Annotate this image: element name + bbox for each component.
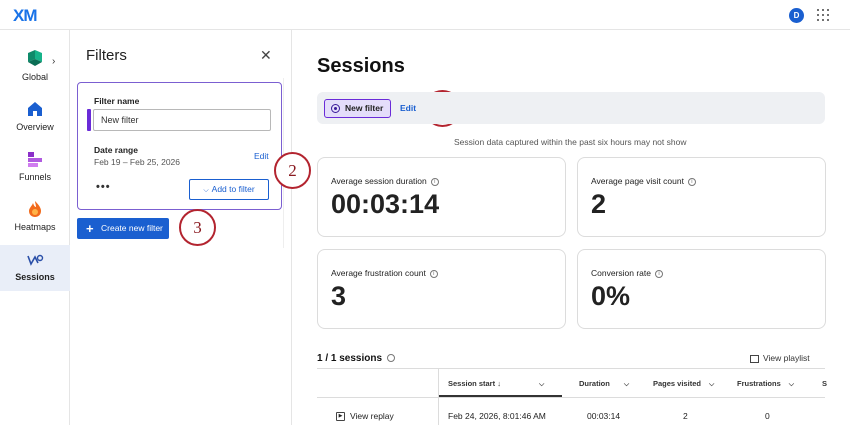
filters-title: Filters xyxy=(86,47,127,64)
funnel-bars-icon xyxy=(28,152,42,167)
nav-item-funnels[interactable]: Funnels xyxy=(0,150,70,190)
user-avatar[interactable]: D xyxy=(789,8,804,23)
metric-label: Conversion rate xyxy=(591,268,652,278)
chevron-down-icon[interactable]: ⌵ xyxy=(624,381,629,388)
chevron-right-icon[interactable]: › xyxy=(52,56,55,67)
metric-value: 2 xyxy=(591,189,607,219)
table-header-border xyxy=(317,397,825,398)
page-title: Sessions xyxy=(317,55,405,77)
column-header-frustrations[interactable]: Frustrations ⌵ xyxy=(737,379,794,389)
metric-title: Conversion rate i xyxy=(591,268,664,278)
xm-logo[interactable]: XM xyxy=(13,6,37,26)
table-top-border xyxy=(317,368,825,369)
column-label: Frustrations xyxy=(737,379,781,388)
cell-session-start: Feb 24, 2026, 8:01:46 AM xyxy=(448,411,546,421)
column-label: Session start xyxy=(448,379,496,388)
cell-duration: 00:03:14 xyxy=(587,411,621,421)
data-notice: Session data captured within the past si… xyxy=(454,137,687,147)
column-header-s[interactable]: S xyxy=(822,379,827,388)
nav-item-overview[interactable]: Overview xyxy=(0,100,70,140)
add-to-filter-label: Add to filter xyxy=(211,184,255,194)
main-content: Sessions New filter Edit Session data ca… xyxy=(293,30,850,425)
global-cube-icon xyxy=(28,50,42,66)
active-filter-chip[interactable]: New filter xyxy=(324,99,391,118)
nav-item-sessions[interactable]: Sessions xyxy=(0,245,70,291)
metric-value: 3 xyxy=(331,281,347,311)
filter-name-label: Filter name xyxy=(94,96,140,106)
sort-desc-icon: ↓ xyxy=(497,379,501,388)
home-icon xyxy=(28,102,42,116)
cell-pages-visited: 2 xyxy=(683,411,688,421)
column-label: Duration xyxy=(579,379,610,388)
chip-label: New filter xyxy=(345,103,384,113)
view-replay-label: View replay xyxy=(350,411,394,421)
filter-color-bar xyxy=(87,109,91,131)
create-new-filter-button[interactable]: + Create new filter xyxy=(77,218,169,239)
flame-icon xyxy=(29,201,41,217)
date-range-edit-link[interactable]: Edit xyxy=(254,151,269,161)
nav-label: Heatmaps xyxy=(14,222,56,232)
filter-card: Filter name Date range Feb 19 – Feb 25, … xyxy=(77,82,282,210)
active-filter-bar: New filter Edit xyxy=(317,92,825,124)
metric-title: Average session duration i xyxy=(331,176,439,186)
playlist-icon xyxy=(750,354,759,363)
callout-3: 3 xyxy=(179,209,216,246)
top-bar: XM D xyxy=(0,0,850,30)
chevron-down-icon[interactable]: ⌵ xyxy=(709,381,714,388)
info-icon[interactable]: i xyxy=(655,269,664,278)
nav-label: Overview xyxy=(16,122,54,132)
metric-title: Average frustration count i xyxy=(331,268,438,278)
metric-value: 0% xyxy=(591,281,631,311)
metric-title: Average page visit count i xyxy=(591,176,696,186)
info-icon[interactable]: i xyxy=(429,269,438,278)
view-replay-link[interactable]: ▶ View replay xyxy=(336,411,394,422)
app-grid-icon[interactable] xyxy=(817,9,829,21)
column-label: Pages visited xyxy=(653,379,701,388)
logo-text: XM xyxy=(13,6,37,25)
info-icon[interactable]: i xyxy=(430,177,439,186)
metric-card-conversion-rate: Conversion rate i 0% xyxy=(577,249,826,329)
chevron-down-icon[interactable]: ⌵ xyxy=(789,381,794,388)
close-icon[interactable]: ✕ xyxy=(260,47,272,64)
nav-label: Global xyxy=(21,72,48,82)
nav-item-heatmaps[interactable]: Heatmaps xyxy=(0,200,70,240)
more-options-icon[interactable]: ••• xyxy=(96,181,111,193)
nav-item-global[interactable]: Global xyxy=(0,48,70,88)
sessions-count: 1 / 1 sessions xyxy=(317,353,396,364)
info-icon[interactable] xyxy=(387,354,396,363)
metric-label: Average page visit count xyxy=(591,176,684,186)
nav-label: Funnels xyxy=(18,172,52,182)
column-header-session-start[interactable]: Session start ↓ ⌵ xyxy=(448,379,544,389)
metric-card-avg-session-duration: Average session duration i 00:03:14 xyxy=(317,157,566,237)
create-new-filter-label: Create new filter xyxy=(101,223,163,233)
sessions-path-icon xyxy=(27,254,44,266)
info-icon[interactable]: i xyxy=(687,177,696,186)
date-range-label: Date range xyxy=(94,145,138,155)
column-header-duration[interactable]: Duration ⌵ xyxy=(579,379,629,389)
plus-icon: + xyxy=(86,221,94,236)
play-icon: ▶ xyxy=(336,412,345,422)
metric-value: 00:03:14 xyxy=(331,189,440,219)
metric-card-avg-page-visit-count: Average page visit count i 2 xyxy=(577,157,826,237)
metric-label: Average session duration xyxy=(331,176,427,186)
chevron-down-icon[interactable]: ⌵ xyxy=(539,381,544,388)
column-label: S xyxy=(822,379,828,388)
chevron-down-icon: ⌵ xyxy=(203,187,209,194)
left-nav: Global › Overview Funnels Heatmaps Sessi… xyxy=(0,30,70,425)
filter-name-input[interactable] xyxy=(93,109,271,131)
cell-frustrations: 0 xyxy=(765,411,770,421)
nav-label: Sessions xyxy=(15,272,55,282)
metric-card-avg-frustration-count: Average frustration count i 3 xyxy=(317,249,566,329)
view-playlist-label: View playlist xyxy=(763,353,810,363)
metric-label: Average frustration count xyxy=(331,268,426,278)
view-playlist-link[interactable]: View playlist xyxy=(750,353,810,363)
sessions-count-label: 1 / 1 sessions xyxy=(317,353,383,364)
date-range-value: Feb 19 – Feb 25, 2026 xyxy=(94,157,181,167)
radio-selected-icon xyxy=(331,104,340,113)
filter-edit-link[interactable]: Edit xyxy=(400,103,416,113)
add-to-filter-button[interactable]: ⌵ Add to filter xyxy=(189,179,269,200)
column-header-pages-visited[interactable]: Pages visited ⌵ xyxy=(653,379,714,389)
